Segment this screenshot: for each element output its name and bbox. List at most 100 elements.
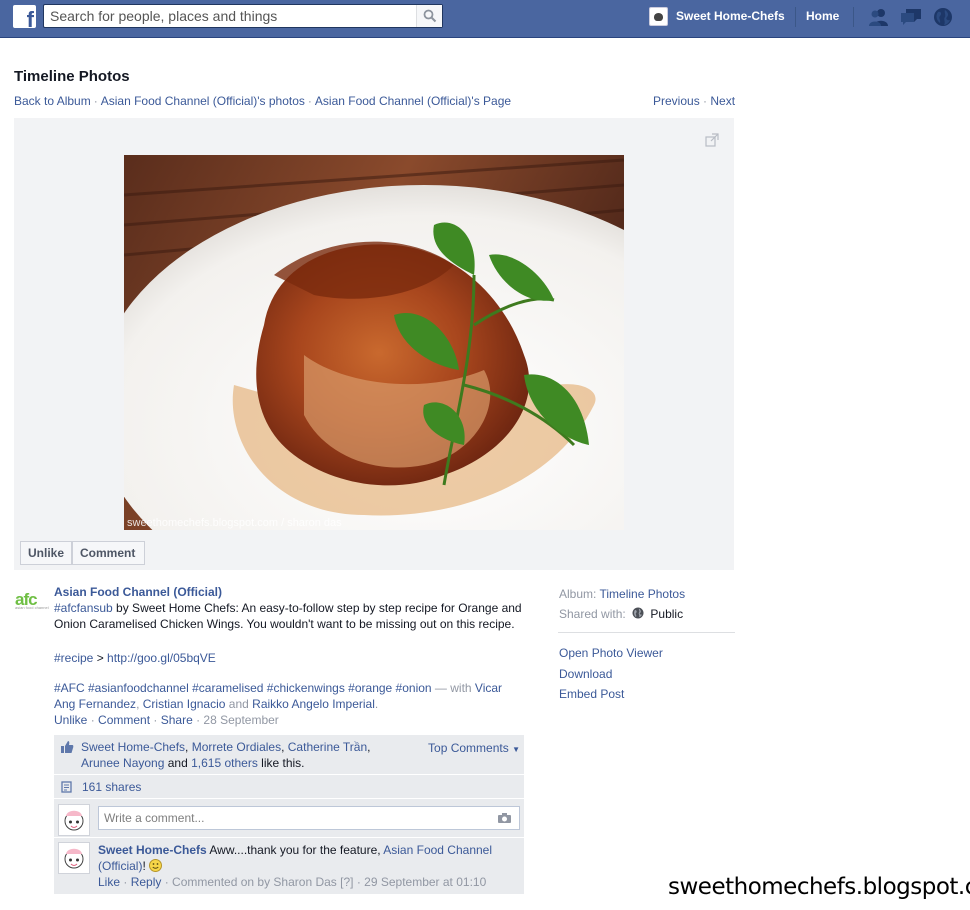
chicken-dish-image	[124, 155, 624, 530]
and-text: and	[167, 756, 188, 770]
comment-like-link[interactable]: Like	[98, 875, 120, 889]
chef-avatar-icon	[64, 848, 84, 869]
post-text: #afcfansub by Sweet Home Chefs: An easy-…	[54, 600, 526, 632]
shares-row: 161 shares	[54, 775, 524, 799]
afc-logo-subtext: asian food channel	[15, 605, 49, 610]
hashtags-link[interactable]: #AFC #asianfoodchannel #caramelised #chi…	[54, 681, 432, 695]
and-text: and	[225, 697, 253, 711]
friend-requests-icon[interactable]	[868, 7, 890, 27]
commenter-avatar[interactable]	[58, 804, 90, 836]
hashtag-link[interactable]: #afcfansub	[54, 601, 113, 615]
post-body: Asian Food Channel (Official) #afcfansub…	[54, 584, 526, 728]
liker-link[interactable]: Arunee Nayong	[81, 756, 164, 770]
like-suffix: like this.	[261, 756, 305, 770]
photo-pager: Previous · Next	[653, 94, 735, 108]
post-meta: Unlike · Comment · Share · 28 September	[54, 713, 279, 727]
nav-divider	[853, 7, 854, 27]
breadcrumb-page[interactable]: Asian Food Channel (Official)'s Page	[315, 94, 511, 108]
comment-body: Sweet Home-Chefs Aww....thank you for th…	[98, 842, 518, 890]
comma: ,	[136, 697, 143, 711]
post-date[interactable]: 28 September	[203, 713, 278, 727]
privacy-row: Shared with: Public	[559, 604, 735, 624]
comment-input[interactable]	[99, 807, 479, 829]
breadcrumb-back-to-album[interactable]: Back to Album	[14, 94, 91, 108]
tagged-person-link[interactable]: Raikko Angelo Imperial	[252, 697, 375, 711]
next-link[interactable]: Next	[710, 94, 735, 108]
nav-profile-link[interactable]: Sweet Home-Chefs	[649, 5, 785, 27]
feedback-box: Sweet Home-Chefs, Morrete Ordiales, Cath…	[54, 735, 524, 894]
recipe-url-link[interactable]: http://goo.gl/05bqVE	[107, 651, 216, 665]
nav-divider	[795, 7, 796, 27]
post-share-link[interactable]: Share	[161, 713, 193, 727]
album-label: Album:	[559, 587, 597, 601]
shared-with-label: Shared with:	[559, 607, 626, 621]
comment-time[interactable]: 29 September at 01:10	[364, 875, 486, 889]
like-thumb-icon	[61, 741, 74, 753]
timeline-photo[interactable]: sweethomechefs.blogspot.com / sharon das	[124, 155, 624, 530]
comment-item: Sweet Home-Chefs Aww....thank you for th…	[54, 838, 524, 894]
comment-meta: Like · Reply · Commented on by Sharon Da…	[98, 875, 487, 889]
open-photo-viewer-link[interactable]: Open Photo Viewer	[559, 643, 735, 664]
expand-icon[interactable]	[705, 133, 719, 147]
write-comment-row	[54, 799, 524, 838]
top-bar: f Sweet Home-Chefs Home	[0, 0, 970, 38]
search-input[interactable]	[44, 5, 416, 27]
breadcrumb-photos[interactable]: Asian Food Channel (Official)'s photos	[101, 94, 305, 108]
liker-link[interactable]: Sweet Home-Chefs	[81, 740, 185, 754]
separator: ·	[307, 94, 312, 108]
download-link[interactable]: Download	[559, 664, 735, 685]
recipe-separator: >	[93, 651, 108, 665]
divider	[558, 632, 735, 633]
post-text-intro: by Sweet Home Chefs: An easy-to-follow s…	[54, 601, 522, 631]
facebook-logo-icon[interactable]: f	[13, 5, 36, 28]
home-link[interactable]: Home	[806, 9, 839, 23]
hashtag-link[interactable]: #recipe	[54, 651, 93, 665]
album-row: Album: Timeline Photos	[559, 584, 735, 604]
hashtag-line: #AFC #asianfoodchannel #caramelised #chi…	[54, 680, 526, 712]
likes-row: Sweet Home-Chefs, Morrete Ordiales, Cath…	[54, 735, 524, 775]
comment-input-box	[98, 806, 520, 830]
comment-button[interactable]: Comment	[72, 541, 145, 565]
search-button[interactable]	[416, 5, 442, 27]
page-title: Timeline Photos	[14, 68, 130, 85]
post-unlike-link[interactable]: Unlike	[54, 713, 87, 727]
top-comments-dropdown[interactable]: Top Comments ▼	[428, 740, 520, 758]
with-text: — with	[431, 681, 475, 695]
others-link[interactable]: 1,615 others	[191, 756, 258, 770]
afc-logo[interactable]: afc asian food channel	[15, 590, 49, 610]
messages-icon[interactable]	[900, 7, 922, 27]
shares-link[interactable]: 161 shares	[82, 780, 141, 794]
profile-name: Sweet Home-Chefs	[676, 9, 785, 23]
post-comment-link[interactable]: Comment	[98, 713, 150, 727]
photo-options: Open Photo Viewer Download Embed Post	[559, 643, 735, 705]
photo-sidebar: Album: Timeline Photos Shared with: Publ…	[558, 584, 735, 705]
album-link[interactable]: Timeline Photos	[599, 587, 685, 601]
liker-link[interactable]: Morrete Ordiales	[192, 740, 281, 754]
top-comments-label: Top Comments	[428, 741, 509, 755]
notifications-globe-icon[interactable]	[932, 7, 954, 27]
privacy-value[interactable]: Public	[650, 607, 683, 621]
liker-link[interactable]: Catherine Trần	[288, 740, 367, 754]
camera-icon[interactable]	[497, 812, 512, 824]
tagged-person-link[interactable]: Cristian Ignacio	[143, 697, 226, 711]
unlike-button[interactable]: Unlike	[20, 541, 73, 565]
commented-by-text: Commented on by Sharon Das	[172, 875, 337, 889]
separator: ·	[699, 94, 711, 108]
blog-watermark: sweethomechefs.blogspot.com	[668, 874, 970, 900]
search-icon	[423, 9, 437, 23]
chef-avatar-icon	[64, 810, 84, 831]
post-author[interactable]: Asian Food Channel (Official)	[54, 584, 526, 600]
commenter-avatar[interactable]	[58, 842, 90, 874]
comment-reply-link[interactable]: Reply	[131, 875, 162, 889]
comment-text: Aww....thank you for the feature,	[209, 843, 381, 857]
photo-stage: sweethomechefs.blogspot.com / sharon das	[14, 118, 734, 570]
help-link[interactable]: [?]	[340, 875, 353, 889]
embed-post-link[interactable]: Embed Post	[559, 684, 735, 705]
shares-icon	[61, 781, 72, 793]
comment-author-link[interactable]: Sweet Home-Chefs	[98, 843, 207, 857]
chevron-down-icon: ▼	[512, 745, 520, 754]
photo-watermark: sweethomechefs.blogspot.com / sharon das	[127, 517, 342, 529]
previous-link[interactable]: Previous	[653, 94, 700, 108]
